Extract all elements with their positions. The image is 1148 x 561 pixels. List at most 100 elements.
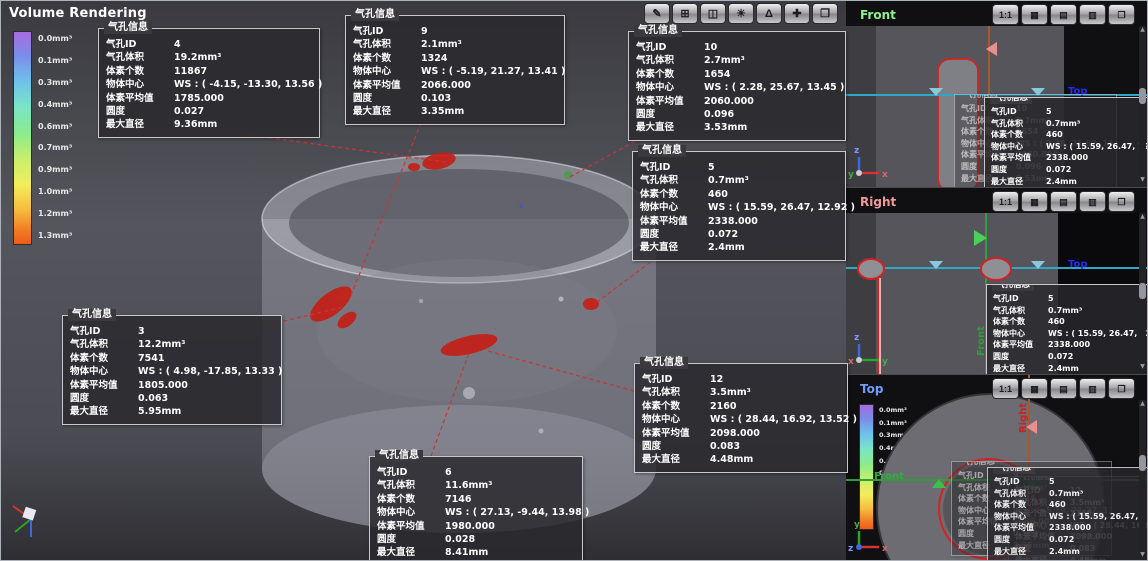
pore-info-box-5-front[interactable]: 气孔信息气孔ID5气孔体积0.7mm³体素个数460物体中心WS : ( 15.… [984, 97, 1147, 187]
field-label-mean: 体素平均值 [640, 215, 708, 228]
slice-grid-button[interactable]: ▦ [1021, 378, 1048, 399]
slice-scrollbar[interactable]: ▲ ▼ [1139, 213, 1146, 371]
scroll-down-icon[interactable]: ▼ [1139, 364, 1146, 370]
layout-rows-button[interactable]: ▤ [1050, 4, 1077, 25]
scroll-down-icon[interactable]: ▼ [1139, 177, 1146, 183]
slice-grid-button[interactable]: ▦ [1021, 4, 1048, 25]
field-label-id: 气孔ID [353, 25, 421, 38]
layout-columns-button[interactable]: ▥ [1079, 378, 1106, 399]
application-window: Volume Rendering ✎ ⊞ ◫ ☀ Δ ✚ ❐ 0.0mm³0.1… [0, 0, 1148, 561]
field-value-mean: 2060.000 [704, 95, 754, 108]
scroll-up-icon[interactable]: ▲ [1139, 214, 1146, 220]
zoom-1-1-button[interactable]: 1:1 [992, 378, 1019, 399]
volume-rendering-view[interactable]: Volume Rendering ✎ ⊞ ◫ ☀ Δ ✚ ❐ 0.0mm³0.1… [1, 1, 846, 560]
layout-rows-icon: ▤ [1059, 197, 1068, 207]
field-label-center: 物体中心 [70, 365, 138, 378]
zoom-1-1-icon: 1:1 [999, 197, 1012, 207]
right-slice-view[interactable]: z y x Right 1:1 ▦ ▤ ▥ ❐ 0.0mm³0.1mm³0.3m… [846, 187, 1147, 374]
scroll-handle[interactable] [1139, 455, 1146, 471]
field-label-roundness: 圆度 [106, 105, 174, 118]
pore-box-title: 气孔信息 [993, 467, 1035, 474]
top-slice-view[interactable]: y x z Top 1:1 ▦ ▤ ▥ ❐ 0.0mm³0.1mm³0.3mm³… [846, 374, 1147, 561]
pore-info-box-3[interactable]: 气孔信息气孔ID3气孔体积12.2mm³体素个数7541物体中心WS : ( 4… [62, 315, 282, 425]
layout-columns-icon: ▥ [1088, 197, 1097, 207]
zoom-1-1-icon: 1:1 [999, 384, 1012, 394]
field-label-voxels: 体素个数 [991, 129, 1046, 141]
slice-scrollbar[interactable]: ▲ ▼ [1139, 400, 1146, 559]
layout-columns-button[interactable]: ▥ [1079, 4, 1106, 25]
zoom-1-1-button[interactable]: 1:1 [992, 4, 1019, 25]
svg-text:y: y [882, 357, 888, 367]
field-value-volume: 2.7mm³ [704, 54, 745, 67]
field-label-voxels: 体素个数 [70, 352, 138, 365]
field-label-voxels: 体素个数 [993, 316, 1048, 328]
zoom-1-1-button[interactable]: 1:1 [992, 191, 1019, 212]
pore-info-box-9[interactable]: 气孔信息气孔ID9气孔体积2.1mm³体素个数1324物体中心WS : ( -5… [345, 15, 565, 125]
pore-box-title: 气孔信息 [992, 284, 1034, 291]
slice-views-panel: z x y Front 1:1 ▦ ▤ ▥ ❐ 0.0mm³0.1mm³0.3m… [846, 1, 1147, 560]
field-label-center: 物体中心 [106, 78, 174, 91]
front-view-title: Front [860, 8, 896, 22]
field-value-roundness: 0.096 [704, 108, 734, 121]
detach-view-button[interactable]: ❐ [1108, 191, 1135, 212]
detach-view-button[interactable]: ❐ [1108, 378, 1135, 399]
field-label-voxels: 体素个数 [640, 188, 708, 201]
field-value-id: 6 [445, 466, 452, 479]
field-value-diameter: 9.36mm [174, 118, 217, 131]
scroll-handle[interactable] [1139, 88, 1146, 104]
detach-view-button[interactable]: ❐ [1108, 4, 1135, 25]
pore-info-box-6[interactable]: 气孔信息气孔ID6气孔体积11.6mm³体素个数7146物体中心WS : ( 2… [369, 456, 583, 561]
layout-rows-icon: ▤ [1059, 10, 1068, 20]
field-label-center: 物体中心 [377, 506, 445, 519]
svg-text:z: z [854, 146, 859, 156]
field-label-voxels: 体素个数 [642, 400, 710, 413]
field-label-mean: 体素平均值 [994, 522, 1049, 534]
layout-columns-icon: ▥ [1088, 384, 1097, 394]
front-toolbar: 1:1 ▦ ▤ ▥ ❐ [992, 4, 1135, 25]
pore-info-box-10[interactable]: 气孔信息气孔ID10气孔体积2.7mm³体素个数1654物体中心WS : ( 2… [628, 31, 846, 141]
field-label-volume: 气孔体积 [377, 479, 445, 492]
scroll-up-icon[interactable]: ▲ [1139, 27, 1146, 33]
field-label-roundness: 圆度 [377, 533, 445, 546]
field-value-center: WS : ( 15.59, 26.47, 12.92 ) [1046, 141, 1147, 153]
pore-info-box-5[interactable]: 气孔信息气孔ID5气孔体积0.7mm³体素个数460物体中心WS : ( 15.… [632, 151, 846, 261]
field-value-voxels: 460 [1048, 316, 1065, 328]
scroll-handle[interactable] [1139, 283, 1146, 299]
field-value-volume: 0.7mm³ [1046, 118, 1080, 130]
top-slice-label: Top [1068, 259, 1088, 270]
field-value-diameter: 4.48mm [710, 453, 753, 466]
orientation-triad[interactable] [13, 506, 36, 537]
field-value-diameter: 2.4mm [1048, 363, 1079, 374]
pore-info-box-12[interactable]: 气孔信息气孔ID12气孔体积3.5mm³体素个数2160物体中心WS : ( 2… [634, 363, 848, 473]
front-slice-view[interactable]: z x y Front 1:1 ▦ ▤ ▥ ❐ 0.0mm³0.1mm³0.3m… [846, 1, 1147, 187]
field-value-voxels: 2160 [710, 400, 736, 413]
field-label-roundness: 圆度 [642, 440, 710, 453]
layout-columns-button[interactable]: ▥ [1079, 191, 1106, 212]
pore-info-box-4[interactable]: 气孔信息气孔ID4气孔体积19.2mm³体素个数11867物体中心WS : ( … [98, 28, 320, 138]
svg-text:x: x [882, 544, 888, 554]
field-label-voxels: 体素个数 [994, 499, 1049, 511]
field-label-diameter: 最大直径 [994, 546, 1049, 558]
field-label-diameter: 最大直径 [70, 405, 138, 418]
field-value-center: WS : ( 4.98, -17.85, 13.33 ) [138, 365, 282, 378]
pore-info-box-5-top[interactable]: 气孔信息气孔ID5气孔体积0.7mm³体素个数460物体中心WS : ( 15.… [987, 467, 1147, 561]
field-value-id: 3 [138, 325, 145, 338]
field-value-voxels: 460 [708, 188, 728, 201]
pore-box-title: 气孔信息 [68, 309, 116, 321]
field-value-volume: 3.5mm³ [710, 386, 751, 399]
pore-box-title: 气孔信息 [375, 450, 423, 462]
scroll-up-icon[interactable]: ▲ [1139, 401, 1146, 407]
scroll-down-icon[interactable]: ▼ [1139, 552, 1146, 558]
pore-info-box-5-right[interactable]: 气孔信息气孔ID5气孔体积0.7mm³体素个数460物体中心WS : ( 15.… [986, 284, 1147, 374]
slice-grid-button[interactable]: ▦ [1021, 191, 1048, 212]
field-value-diameter: 3.35mm [421, 105, 464, 118]
field-value-roundness: 0.103 [421, 92, 451, 105]
field-label-mean: 体素平均值 [991, 152, 1046, 164]
layout-rows-button[interactable]: ▤ [1050, 191, 1077, 212]
detach-view-icon: ❐ [1117, 197, 1125, 207]
layout-rows-button[interactable]: ▤ [1050, 378, 1077, 399]
slice-scrollbar[interactable]: ▲ ▼ [1139, 26, 1146, 184]
field-value-mean: 2338.000 [1048, 339, 1090, 351]
field-value-id: 5 [1048, 293, 1054, 305]
field-label-roundness: 圆度 [993, 351, 1048, 363]
